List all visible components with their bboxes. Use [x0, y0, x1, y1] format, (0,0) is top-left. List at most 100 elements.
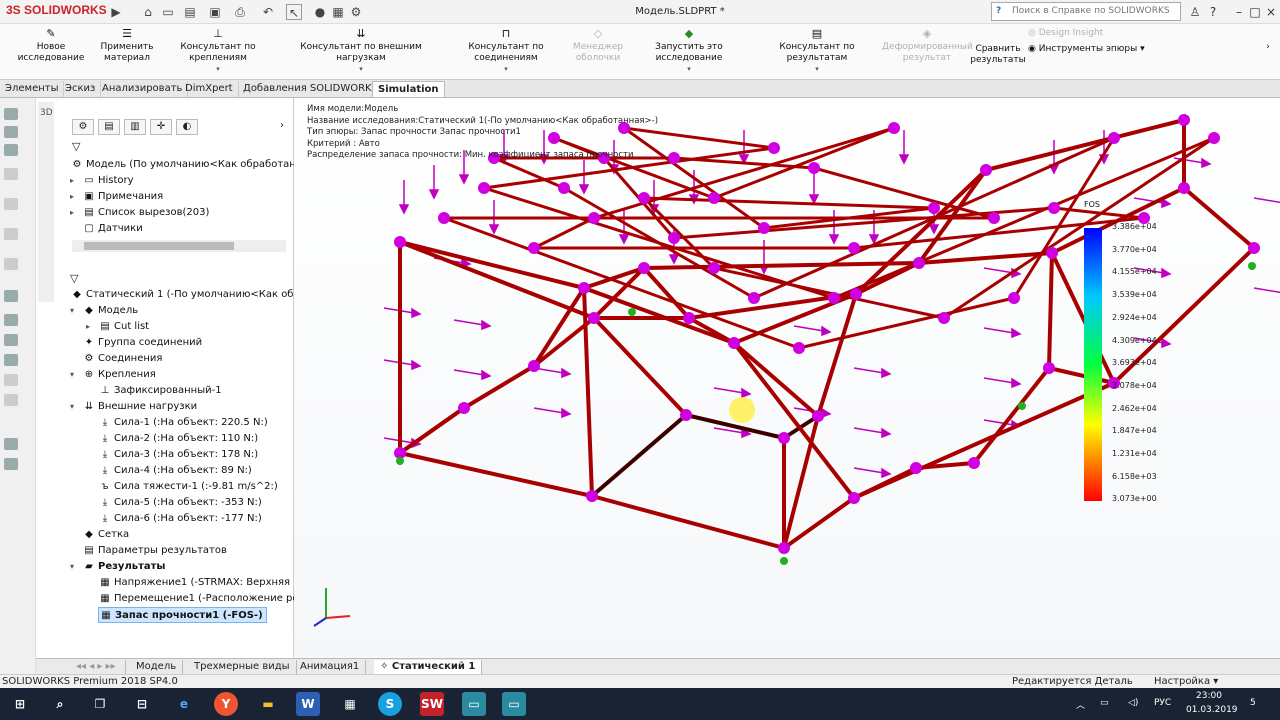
word-icon[interactable]: W	[296, 692, 320, 716]
tab-static-study[interactable]: ✧ Статический 1	[374, 660, 483, 674]
deformed-result-button[interactable]: ◈ Деформированный результат	[882, 28, 973, 64]
solidworks-taskbar-icon[interactable]: SW	[420, 692, 444, 716]
load-item[interactable]: ⤓ Сила-2 (:На объект: 110 N:)	[86, 431, 258, 447]
tab-animation[interactable]: Анимация1	[294, 660, 367, 674]
tool-icon[interactable]	[4, 126, 18, 138]
results-advisor-button[interactable]: ▤ Консультант по результатам ▾	[754, 28, 880, 75]
tab-simulation[interactable]: Simulation	[372, 81, 445, 97]
options-gear-icon[interactable]: ⚙	[348, 4, 364, 20]
help-search-input[interactable]: ? Поиск в Справке по SOLIDWORKS	[991, 2, 1181, 21]
app-icon[interactable]: ▭	[462, 692, 486, 716]
result-item[interactable]: ▦ Перемещение1 (-Расположение резу	[86, 591, 310, 607]
tool-icon[interactable]	[4, 374, 18, 386]
file-properties-icon[interactable]: ▦	[330, 4, 346, 20]
expand-menu-icon[interactable]: ▶	[108, 4, 124, 20]
result-item-selected[interactable]: ▦ Запас прочности1 (-FOS-)	[98, 607, 267, 623]
study-node-mesh[interactable]: ◆ Сетка	[70, 527, 129, 543]
volume-icon[interactable]: ◁)	[1128, 698, 1138, 708]
tool-icon[interactable]	[4, 228, 18, 240]
apply-material-button[interactable]: ☰ Применить материал	[100, 28, 154, 64]
study-node[interactable]: ◆ Статический 1 (-По умолчанию<Как обрабо	[70, 287, 318, 303]
tool-icon[interactable]	[4, 168, 18, 180]
edge-icon[interactable]: e	[172, 692, 196, 716]
tab-addins[interactable]: Добавления SOLIDWORKS	[238, 81, 384, 97]
load-item[interactable]: ъ Сила тяжести-1 (:-9.81 m/s^2:)	[86, 479, 277, 495]
app-icon[interactable]: ▭	[502, 692, 526, 716]
tab-sketch[interactable]: Эскиз	[60, 81, 102, 97]
yandex-icon[interactable]: Y	[214, 692, 238, 716]
design-insight-button[interactable]: ◎ Design Insight	[1028, 28, 1108, 39]
undo-icon[interactable]: ↶	[260, 4, 276, 20]
graphics-viewport[interactable]	[294, 98, 1280, 658]
tab-scroll-arrows[interactable]: ◂◂ ◂ ▸ ▸▸	[70, 660, 126, 674]
tree-node-annotations[interactable]: ▸ ▣ Примечания	[70, 189, 163, 205]
store-icon[interactable]: ⊟	[130, 692, 154, 716]
study-filter-icon[interactable]: ▽	[70, 272, 78, 285]
display-manager-tab-icon[interactable]: ◐	[176, 119, 198, 135]
notifications-icon[interactable]: 5	[1250, 698, 1256, 708]
result-item[interactable]: ▦ Напряжение1 (-STRMAX: Верхняя гра	[86, 575, 311, 591]
restore-button[interactable]: □	[1248, 4, 1262, 20]
study-node-cutlist[interactable]: ▸ ▤ Cut list	[86, 319, 149, 335]
tool-icon[interactable]	[4, 198, 18, 210]
study-node-results[interactable]: ▾ ▰ Результаты	[70, 559, 165, 575]
tree-node-model[interactable]: ⚙ Модель (По умолчанию<Как обработан	[70, 157, 296, 173]
tab-features[interactable]: Элементы	[0, 81, 65, 97]
skype-icon[interactable]: S	[378, 692, 402, 716]
study-node-connection-group[interactable]: ✦ Группа соединений	[70, 335, 202, 351]
tray-up-icon[interactable]: ︿	[1076, 698, 1085, 711]
tool-icon[interactable]	[4, 314, 18, 326]
scroll-thumb[interactable]	[84, 242, 234, 250]
tree-node-history[interactable]: ▸ ▭ History	[70, 173, 134, 189]
tool-icon[interactable]	[4, 334, 18, 346]
solidworks-logo[interactable]: 3S SOLIDWORKS	[6, 3, 107, 17]
tool-icon[interactable]	[4, 144, 18, 156]
connections-advisor-button[interactable]: ⊓ Консультант по соединениям ▾	[442, 28, 570, 75]
language-indicator[interactable]: РУС	[1154, 698, 1171, 708]
plot-tools-button[interactable]: ◉ Инструменты эпюры ▾	[1028, 44, 1152, 55]
calculator-icon[interactable]: ▦	[338, 692, 362, 716]
search-icon[interactable]: ⌕	[48, 692, 72, 716]
new-document-icon[interactable]: ▭	[160, 4, 176, 20]
panel-expand-icon[interactable]: ›	[280, 120, 284, 131]
rebuild-icon[interactable]: ●	[312, 4, 328, 20]
print-icon[interactable]: ⎙	[232, 4, 248, 20]
select-icon[interactable]: ↖	[286, 4, 302, 20]
study-node-external-loads[interactable]: ▾ ⇊ Внешние нагрузки	[70, 399, 197, 415]
task-view-icon[interactable]: ❐	[88, 692, 112, 716]
tool-icon[interactable]	[4, 258, 18, 270]
tool-icon[interactable]	[4, 438, 18, 450]
study-node-model[interactable]: ▾ ◆ Модель	[70, 303, 138, 319]
load-item[interactable]: ⤓ Сила-5 (:На объект: -353 N:)	[86, 495, 262, 511]
close-button[interactable]: ×	[1264, 4, 1278, 20]
windows-start-icon[interactable]: ⊞	[8, 692, 32, 716]
panel-3d-icon[interactable]: 3D	[40, 108, 53, 118]
load-item[interactable]: ⤓ Сила-4 (:На объект: 89 N:)	[86, 463, 252, 479]
clock-date[interactable]: 01.03.2019	[1186, 705, 1238, 715]
filter-icon[interactable]: ▽	[72, 140, 80, 153]
load-item[interactable]: ⤓ Сила-3 (:На объект: 178 N:)	[86, 447, 258, 463]
load-item[interactable]: ⤓ Сила-6 (:На объект: -177 N:)	[86, 511, 262, 527]
new-study-button[interactable]: ✎ Новое исследование	[4, 28, 98, 64]
study-node-fixtures[interactable]: ▾ ⊕ Крепления	[70, 367, 156, 383]
shell-manager-button[interactable]: ◇ Менеджер оболочки	[572, 28, 624, 64]
status-settings[interactable]: Настройка ▾	[1154, 675, 1218, 688]
tree-scrollbar[interactable]	[72, 240, 286, 252]
study-node-fixed[interactable]: ⊥ Зафиксированный-1	[86, 383, 222, 399]
clock-time[interactable]: 23:00	[1196, 691, 1222, 701]
external-loads-advisor-button[interactable]: ⇊ Консультант по внешним нагрузкам ▾	[282, 28, 440, 75]
feature-tree-tab-icon[interactable]: ⚙	[72, 119, 94, 135]
tree-node-cutlist[interactable]: ▸ ▤ Список вырезов(203)	[70, 205, 209, 221]
collapse-ribbon-icon[interactable]: ›	[1262, 42, 1274, 53]
file-explorer-icon[interactable]: ▬	[256, 692, 280, 716]
study-node-result-options[interactable]: ▤ Параметры результатов	[70, 543, 227, 559]
fixtures-advisor-button[interactable]: ⊥ Консультант по креплениям ▾	[156, 28, 280, 75]
tool-icon[interactable]	[4, 354, 18, 366]
study-node-joints[interactable]: ⚙ Соединения	[70, 351, 163, 367]
tool-icon[interactable]	[4, 290, 18, 302]
tab-3d-views[interactable]: Трехмерные виды	[188, 660, 297, 674]
minimize-button[interactable]: –	[1232, 4, 1246, 20]
save-icon[interactable]: ▣	[207, 4, 223, 20]
tool-icon[interactable]	[4, 108, 18, 120]
user-icon[interactable]: ♙	[1188, 4, 1202, 20]
